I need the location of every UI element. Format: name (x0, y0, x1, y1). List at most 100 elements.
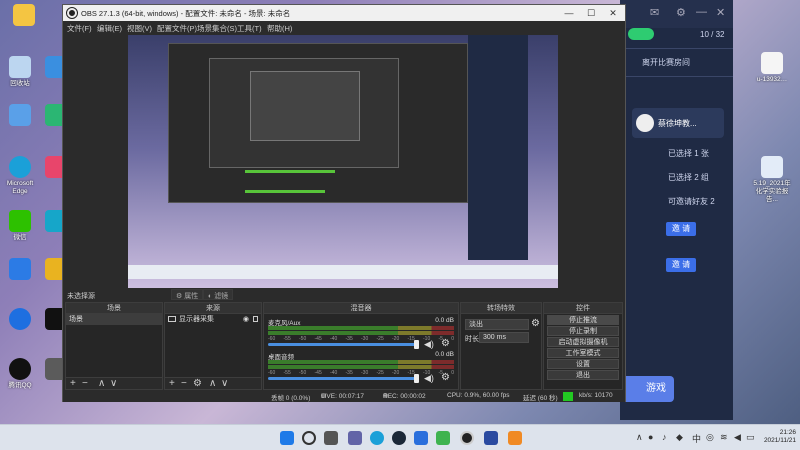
controls-dock: 控件 停止推流 停止录制 启动虚拟摄像机 工作室模式 设置 退出 (543, 302, 623, 390)
wechat-icon (9, 210, 31, 232)
obs-titlebar[interactable]: OBS 27.1.3 (64-bit, windows) - 配置文件: 未命名… (63, 5, 625, 21)
bitrate: kb/s: 10170 (579, 392, 613, 399)
search-icon[interactable] (302, 431, 316, 445)
tick: -60 (268, 336, 276, 342)
tray-app-icon[interactable]: ◎ (706, 432, 714, 443)
menu-tools[interactable]: 工具(T) (237, 23, 262, 34)
start-icon[interactable] (280, 431, 294, 445)
obs-taskbar-icon[interactable] (460, 431, 474, 445)
speaker-icon[interactable]: ◀) (424, 373, 434, 384)
file-explorer-icon[interactable] (414, 431, 428, 445)
mixer-dock-title: 混音器 (264, 303, 458, 314)
tick: 0 (451, 370, 454, 376)
desktop-icon-doc-file[interactable]: 5.19_2021年化学实验报告... (752, 156, 792, 204)
menu-view[interactable]: 视图(V) (127, 23, 152, 34)
app-icon[interactable] (508, 431, 522, 445)
settings-button[interactable]: 设置 (547, 359, 619, 369)
menu-file[interactable]: 文件(F) (67, 23, 92, 34)
wps-icon (9, 258, 31, 280)
stop-recording-button[interactable]: 停止录制 (547, 326, 619, 336)
desktop-icon-user-file[interactable]: u-13932… (752, 52, 792, 84)
transition-settings-icon[interactable]: ⚙ (531, 318, 540, 329)
tick: -60 (268, 370, 276, 376)
menu-help[interactable]: 帮助(H) (267, 23, 292, 34)
background-chat-app[interactable]: ✉ ⚙ — ✕ 10 / 32 离开比赛房间 蔡徐坤教... 已选择 1 张 已… (620, 0, 733, 420)
move-down-icon[interactable]: ∨ (221, 378, 228, 390)
filters-button[interactable]: ◐ 滤镜 (203, 289, 234, 300)
gear-icon[interactable]: ⚙ (441, 338, 450, 349)
volume-slider[interactable] (268, 343, 418, 346)
edge-icon (9, 156, 31, 178)
tick: -40 (330, 336, 338, 342)
invite-button[interactable]: 邀 请 (666, 222, 696, 236)
desktop-icon-wps[interactable] (0, 258, 40, 282)
minimize-button[interactable]: — (559, 6, 579, 20)
desktop-icon-recycle-bin[interactable]: 回收站 (0, 56, 40, 88)
desktop-icon-pc[interactable] (0, 104, 40, 128)
chat-icon[interactable] (348, 431, 362, 445)
move-down-icon[interactable]: ∨ (110, 378, 117, 390)
steam-icon[interactable] (392, 431, 406, 445)
minimize-icon[interactable]: — (696, 6, 707, 18)
desktop-icon-edge[interactable]: Microsoft Edge (0, 156, 40, 196)
invite-button[interactable]: 邀 请 (666, 258, 696, 272)
app-icon[interactable] (436, 431, 450, 445)
lock-icon[interactable] (253, 316, 258, 322)
mic-icon[interactable]: ♪ (662, 432, 667, 442)
obs-window[interactable]: OBS 27.1.3 (64-bit, windows) - 配置文件: 未命名… (62, 4, 626, 402)
studio-mode-button[interactable]: 工作室模式 (547, 348, 619, 358)
add-scene-button[interactable]: + (70, 378, 76, 390)
nested-obs-window (250, 71, 360, 141)
desktop-icon-wechat[interactable]: 微信 (0, 210, 40, 242)
user-card[interactable]: 蔡徐坤教... (632, 108, 724, 138)
wifi-icon[interactable]: ≋ (720, 432, 728, 443)
exit-button[interactable]: 退出 (547, 370, 619, 380)
edge-icon[interactable] (370, 431, 384, 445)
move-up-icon[interactable]: ∧ (98, 378, 105, 390)
desktop-icon-k[interactable] (0, 308, 40, 332)
duration-input[interactable]: 300 ms (479, 332, 529, 343)
app-icon[interactable] (484, 431, 498, 445)
people-icon[interactable]: ● (648, 432, 653, 442)
chevron-up-icon[interactable]: ∧ (636, 432, 643, 443)
task-view-icon[interactable] (324, 431, 338, 445)
remove-source-button[interactable]: − (181, 378, 187, 390)
nested-obs-window (209, 58, 399, 168)
scene-item[interactable]: 场景 (66, 314, 162, 325)
add-source-button[interactable]: + (169, 378, 175, 390)
settings-icon[interactable]: ⚙ (676, 6, 686, 19)
stop-streaming-button[interactable]: 停止推流 (547, 315, 619, 325)
volume-slider-handle[interactable] (414, 374, 419, 383)
gear-icon[interactable]: ⚙ (441, 372, 450, 383)
volume-icon[interactable]: ◀ (734, 432, 741, 443)
volume-slider-handle[interactable] (414, 340, 419, 349)
transitions-dock-title: 转场特效 (461, 303, 541, 314)
bell-icon[interactable]: ✉ (650, 6, 659, 19)
source-settings-icon[interactable]: ⚙ (193, 378, 202, 390)
leave-room-link[interactable]: 离开比赛房间 (642, 57, 690, 68)
system-clock[interactable]: 21:26 2021/11/21 (760, 429, 796, 445)
menu-scene-collection[interactable]: 场景集合(S) (197, 23, 237, 34)
transition-select[interactable]: 淡出 (465, 319, 529, 330)
visibility-eye-icon[interactable]: ◉ (243, 314, 249, 325)
start-virtual-camera-button[interactable]: 启动虚拟摄像机 (547, 337, 619, 347)
menu-profile[interactable]: 配置文件(P) (157, 23, 197, 34)
close-button[interactable]: ✕ (603, 6, 623, 20)
close-icon[interactable]: ✕ (716, 6, 725, 19)
move-up-icon[interactable]: ∧ (209, 378, 216, 390)
preview-canvas[interactable] (128, 35, 558, 288)
properties-button[interactable]: ⚙ 属性 (171, 289, 204, 300)
volume-slider[interactable] (268, 377, 418, 380)
user-name: 蔡徐坤教... (658, 119, 697, 128)
maximize-button[interactable]: ☐ (581, 6, 601, 20)
speaker-icon[interactable]: ◀) (424, 339, 434, 350)
remove-scene-button[interactable]: − (82, 378, 88, 390)
desktop-icon-qq[interactable]: 腾讯QQ (0, 358, 40, 390)
tray-app-icon[interactable]: ◆ (676, 432, 683, 443)
menu-edit[interactable]: 编辑(E) (97, 23, 122, 34)
desktop-icon-folder[interactable] (4, 4, 44, 28)
document-icon (761, 156, 783, 178)
source-item[interactable]: 显示器采集 ◉ (165, 314, 261, 325)
ime-indicator[interactable]: 中 (692, 432, 701, 445)
battery-icon[interactable]: ▭ (746, 432, 755, 443)
